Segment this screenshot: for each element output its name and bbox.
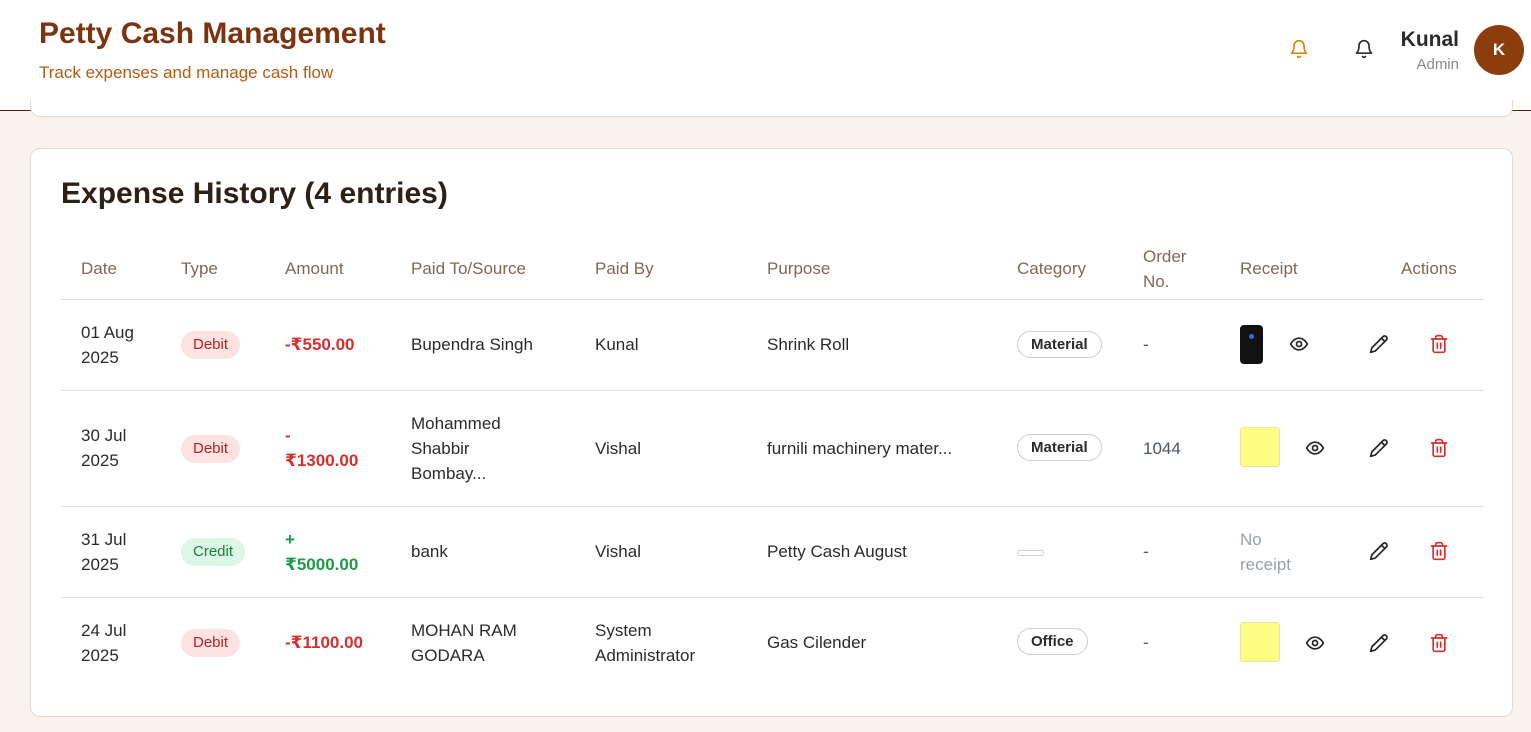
row-order-no: -: [1143, 633, 1149, 652]
amount-value: ₹5000.00: [285, 555, 359, 574]
row-purpose: Petty Cash August: [767, 542, 907, 561]
trash-icon[interactable]: [1428, 333, 1450, 355]
row-divider: [61, 506, 1484, 507]
row-paid-to: Bupendra Singh: [411, 335, 533, 354]
row-purpose: furnili machinery mater...: [767, 439, 953, 458]
column-header-order-line1: Order: [1143, 247, 1187, 266]
amount-sign: -: [285, 426, 291, 445]
date-line: 01 Aug: [81, 323, 134, 342]
type-badge: Credit: [181, 538, 246, 566]
paid-by-line: System: [595, 621, 652, 640]
row-divider: [61, 597, 1484, 598]
column-header-actions: Actions: [1401, 259, 1457, 278]
category-badge-empty: [1017, 550, 1044, 556]
column-header-date: Date: [81, 259, 117, 278]
edit-pencil-icon[interactable]: [1368, 333, 1390, 355]
type-badge: Debit: [181, 629, 241, 657]
section-title: Expense History (4 entries): [61, 177, 448, 210]
date-line: 24 Jul: [81, 621, 127, 640]
no-receipt-text: No receipt: [1240, 527, 1291, 577]
row-order-no: 1044: [1143, 439, 1181, 458]
column-header-order-line2: No.: [1143, 272, 1170, 291]
edit-pencil-icon[interactable]: [1368, 540, 1390, 562]
page-title: Petty Cash Management: [39, 17, 386, 50]
date-line: 30 Jul: [81, 426, 127, 445]
user-role: Admin: [1416, 56, 1459, 73]
paid-by-line: Administrator: [595, 646, 696, 665]
category-badge: Material: [1017, 331, 1102, 358]
row-paid-to: bank: [411, 542, 448, 561]
bell-icon[interactable]: [1353, 38, 1375, 60]
row-paid-by: System Administrator: [595, 618, 695, 668]
column-header-purpose: Purpose: [767, 259, 831, 278]
date-line: 2025: [81, 451, 119, 470]
column-header-paid-to: Paid To/Source: [411, 259, 526, 278]
trash-icon[interactable]: [1428, 540, 1450, 562]
expense-history-card: Expense History (4 entries) Date Type Am…: [30, 148, 1513, 717]
row-amount: -₹1100.00: [285, 633, 364, 652]
edit-pencil-icon[interactable]: [1368, 437, 1390, 459]
row-order-no: -: [1143, 335, 1149, 354]
eye-icon[interactable]: [1304, 632, 1326, 654]
row-amount: + ₹5000.00: [285, 527, 358, 577]
paid-to-line: Shabbir: [411, 439, 470, 458]
row-date: 31 Jul 2025: [81, 527, 126, 577]
row-date: 30 Jul 2025: [81, 423, 126, 473]
paid-to-line: Mohammed: [411, 414, 501, 433]
user-name: Kunal: [1400, 28, 1459, 51]
trash-icon[interactable]: [1428, 437, 1450, 459]
row-amount: - ₹1300.00: [285, 423, 358, 473]
row-purpose: Shrink Roll: [767, 335, 850, 354]
date-line: 2025: [81, 646, 119, 665]
amount-value: ₹1300.00: [285, 451, 359, 470]
no-receipt-line: receipt: [1240, 555, 1292, 574]
notification-bell-icon[interactable]: [1288, 38, 1310, 60]
row-paid-by: Vishal: [595, 542, 641, 561]
receipt-thumbnail[interactable]: [1240, 325, 1263, 364]
row-date: 24 Jul 2025: [81, 618, 126, 668]
row-divider: [61, 390, 1484, 391]
column-header-category: Category: [1017, 259, 1086, 278]
paid-to-line: MOHAN RAM: [411, 621, 517, 640]
receipt-thumbnail[interactable]: [1240, 622, 1280, 662]
previous-card-edge: [30, 100, 1513, 117]
category-badge: Office: [1017, 628, 1088, 655]
row-purpose: Gas Cilender: [767, 633, 867, 652]
row-paid-by: Kunal: [595, 335, 639, 354]
category-badge: Material: [1017, 434, 1102, 461]
no-receipt-line: No: [1240, 530, 1262, 549]
type-badge: Debit: [181, 435, 241, 463]
trash-icon[interactable]: [1428, 632, 1450, 654]
eye-icon[interactable]: [1304, 437, 1326, 459]
column-header-receipt: Receipt: [1240, 259, 1298, 278]
page-subtitle: Track expenses and manage cash flow: [39, 63, 334, 82]
app-header: Petty Cash Management Track expenses and…: [0, 0, 1531, 111]
date-line: 31 Jul: [81, 530, 127, 549]
receipt-thumbnail[interactable]: [1240, 427, 1280, 467]
row-order-no: -: [1143, 542, 1149, 561]
paid-to-line: GODARA: [411, 646, 485, 665]
row-paid-to: Mohammed Shabbir Bombay...: [411, 411, 561, 486]
date-line: 2025: [81, 348, 119, 367]
avatar[interactable]: K: [1474, 25, 1524, 75]
edit-pencil-icon[interactable]: [1368, 632, 1390, 654]
paid-to-line: Bombay...: [411, 464, 487, 483]
column-header-type: Type: [181, 259, 218, 278]
amount-sign: +: [285, 530, 295, 549]
row-paid-to: MOHAN RAM GODARA: [411, 618, 561, 668]
type-badge: Debit: [181, 331, 241, 359]
column-header-amount: Amount: [285, 259, 344, 278]
header-divider: [61, 299, 1484, 300]
row-amount: -₹550.00: [285, 335, 355, 354]
column-header-paid-by: Paid By: [595, 259, 654, 278]
row-paid-by: Vishal: [595, 439, 641, 458]
column-header-order-no: Order No.: [1143, 244, 1186, 294]
eye-icon[interactable]: [1288, 333, 1310, 355]
row-date: 01 Aug 2025: [81, 320, 134, 370]
date-line: 2025: [81, 555, 119, 574]
